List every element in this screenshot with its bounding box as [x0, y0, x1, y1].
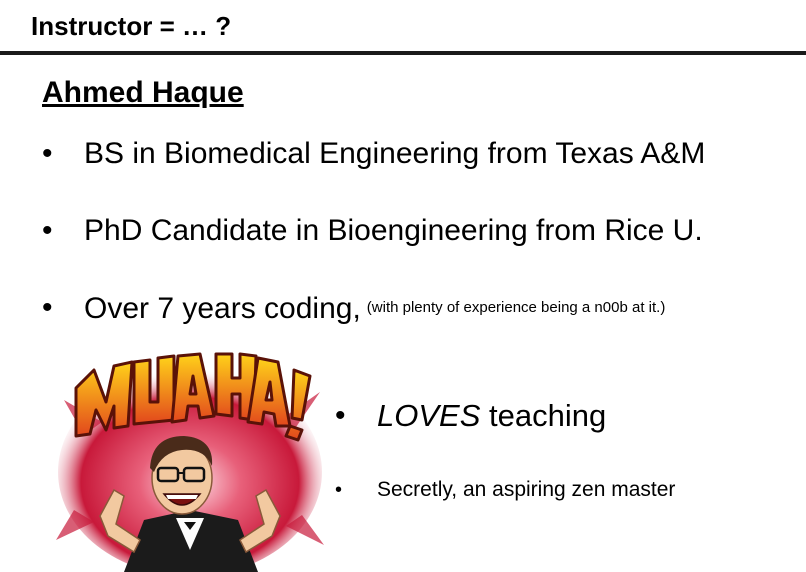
bullet-marker: •	[335, 399, 346, 432]
bullet-text-group: LOVES teaching	[377, 396, 606, 436]
title-divider	[0, 51, 806, 55]
bullet-side-note: (with plenty of experience being a n00b …	[366, 299, 666, 316]
laughing-avatar-illustration	[56, 352, 324, 572]
slide-title: Instructor = … ?	[31, 11, 232, 41]
instructor-name: Ahmed Haque	[42, 76, 244, 109]
bullet-text-group: Over 7 years coding, (with plenty of expe…	[84, 288, 665, 329]
bullet-marker: •	[42, 137, 53, 170]
bullet-marker: •	[42, 214, 53, 247]
bullet-emphasis: LOVES	[377, 398, 481, 433]
bullet-marker: •	[42, 291, 53, 324]
bullet-text: Secretly, an aspiring zen master	[377, 478, 676, 501]
bullet-marker: •	[335, 479, 343, 501]
bullet-text: Over 7 years coding,	[84, 292, 361, 325]
bullet-text: BS in Biomedical Engineering from Texas …	[84, 137, 706, 170]
bullet-text: PhD Candidate in Bioengineering from Ric…	[84, 214, 703, 247]
bullet-text: teaching	[480, 398, 607, 433]
